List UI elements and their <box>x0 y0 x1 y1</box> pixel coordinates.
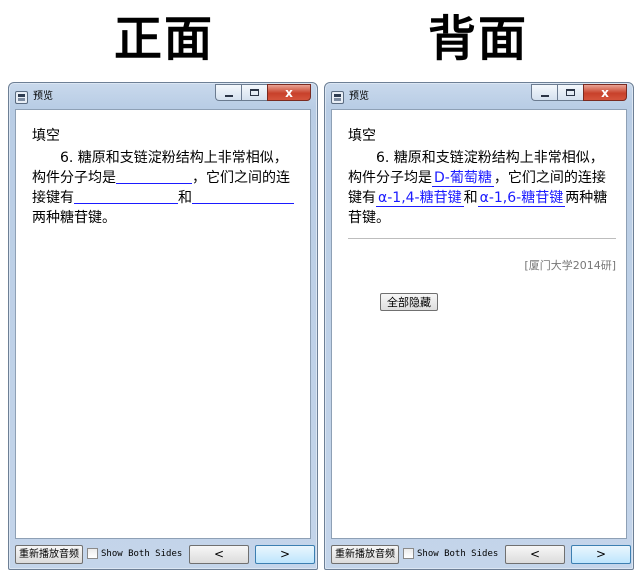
minimize-icon <box>540 94 549 97</box>
window-controls: x <box>531 84 627 102</box>
close-button[interactable]: x <box>583 84 627 101</box>
question-text: 6. 糖原和支链淀粉结构上非常相似，构件分子均是 ，它们之间的连接键有 和两种糖苷键… <box>32 148 300 228</box>
answer-blank <box>158 190 178 204</box>
close-button[interactable]: x <box>267 84 311 101</box>
show-both-sides-toggle[interactable]: Show Both Sides <box>87 548 182 559</box>
prev-button[interactable]: < <box>505 545 565 564</box>
maximize-button[interactable] <box>557 84 583 101</box>
answer-divider <box>348 238 616 239</box>
minimize-button[interactable] <box>531 84 557 101</box>
answer-text: α-1,4-糖苷键 <box>376 190 464 207</box>
next-button[interactable]: > <box>571 545 631 564</box>
title-bar[interactable]: 预览 x <box>325 83 633 109</box>
maximize-icon <box>250 89 259 96</box>
show-both-sides-toggle[interactable]: Show Both Sides <box>403 548 498 559</box>
replay-audio-button[interactable]: 重新播放音频 <box>331 545 399 564</box>
question-text-part: 两种糖苷键。 <box>32 210 116 226</box>
hide-all-button[interactable]: 全部隐藏 <box>380 293 438 311</box>
maximize-button[interactable] <box>241 84 267 101</box>
back-heading: 背面 <box>427 11 528 67</box>
answer-text: D-葡萄糖 <box>432 170 494 187</box>
maximize-icon <box>566 89 575 96</box>
next-button[interactable]: > <box>255 545 315 564</box>
answer-blank <box>116 170 192 184</box>
close-icon: x <box>285 85 293 100</box>
app-icon <box>15 91 28 104</box>
show-both-sides-label: Show Both Sides <box>101 548 183 559</box>
bottom-toolbar: 重新播放音频 Show Both Sides < > <box>331 545 631 565</box>
answer-blank <box>192 190 294 204</box>
minimize-button[interactable] <box>215 84 241 101</box>
question-text-part: 和 <box>178 190 192 206</box>
question-type: 填空 <box>32 128 60 144</box>
app-icon <box>331 91 344 104</box>
show-both-sides-label: Show Both Sides <box>417 548 499 559</box>
window-controls: x <box>215 84 311 102</box>
card-back-content: 填空 6. 糖原和支链淀粉结构上非常相似，构件分子均是 D-葡萄糖 ，它们之间的连接… <box>331 109 627 539</box>
question-text: 6. 糖原和支链淀粉结构上非常相似，构件分子均是 D-葡萄糖 ，它们之间的连接键有 α… <box>348 148 616 228</box>
front-heading: 正面 <box>113 11 214 67</box>
window-title: 预览 <box>349 91 369 102</box>
question-type: 填空 <box>348 128 376 144</box>
show-both-sides-checkbox[interactable] <box>403 548 414 559</box>
answer-text: α-1,6-糖苷键 <box>477 190 566 207</box>
card-front-content: 填空 6. 糖原和支链淀粉结构上非常相似，构件分子均是 ，它们之间的连接键有 和两种… <box>15 109 311 539</box>
title-bar[interactable]: 预览 x <box>9 83 317 109</box>
question-text-part: 和 <box>463 190 478 206</box>
show-both-sides-checkbox[interactable] <box>87 548 98 559</box>
close-icon: x <box>601 85 609 100</box>
replay-audio-button[interactable]: 重新播放音频 <box>15 545 83 564</box>
source-note: [厦门大学2014研] <box>524 259 616 272</box>
question-number: 6. <box>376 150 390 166</box>
window-title: 预览 <box>33 91 53 102</box>
preview-window-back: 预览 x 填空 6. 糖原和支链淀粉结构上非常相似，构件分子均是 D-葡萄糖 ，它们… <box>324 82 634 570</box>
bottom-toolbar: 重新播放音频 Show Both Sides < > <box>15 545 315 565</box>
preview-window-front: 预览 x 填空 6. 糖原和支链淀粉结构上非常相似，构件分子均是 ，它们之间的连接… <box>8 82 318 570</box>
prev-button[interactable]: < <box>189 545 249 564</box>
minimize-icon <box>224 94 233 97</box>
answer-blank <box>74 190 158 204</box>
question-number: 6. <box>60 150 74 166</box>
